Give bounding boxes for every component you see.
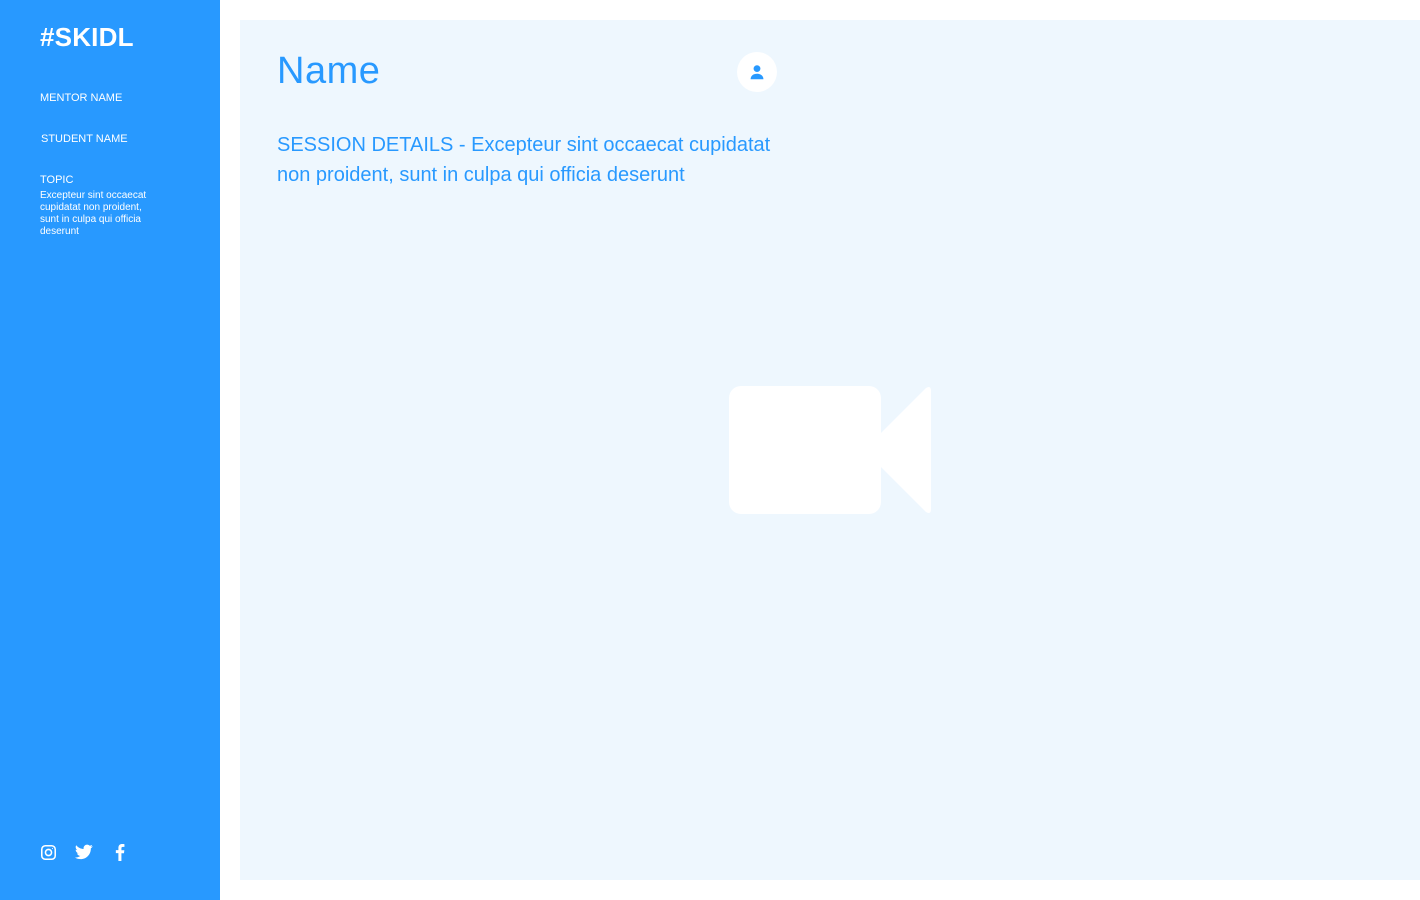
topic-label: TOPIC [40, 174, 74, 186]
sidebar: #SKIDL MENTOR NAME STUDENT NAME TOPIC Ex… [0, 0, 220, 900]
facebook-icon[interactable] [111, 843, 129, 861]
mentor-name-label: MENTOR NAME [40, 92, 123, 104]
page-title: Name [277, 50, 381, 92]
twitter-icon[interactable] [75, 843, 93, 861]
video-camera-icon[interactable] [729, 386, 933, 519]
user-icon [750, 65, 764, 80]
instagram-icon[interactable] [39, 843, 57, 861]
student-name-label: STUDENT NAME [41, 133, 128, 145]
session-panel: Name SESSION DETAILS - Excepteur sint oc… [240, 20, 1420, 880]
user-avatar-button[interactable] [737, 52, 777, 92]
app-logo[interactable]: #SKIDL [40, 22, 134, 53]
session-details: SESSION DETAILS - Excepteur sint occaeca… [277, 134, 771, 186]
topic-description: Excepteur sint occaecat cupidatat non pr… [40, 190, 147, 237]
